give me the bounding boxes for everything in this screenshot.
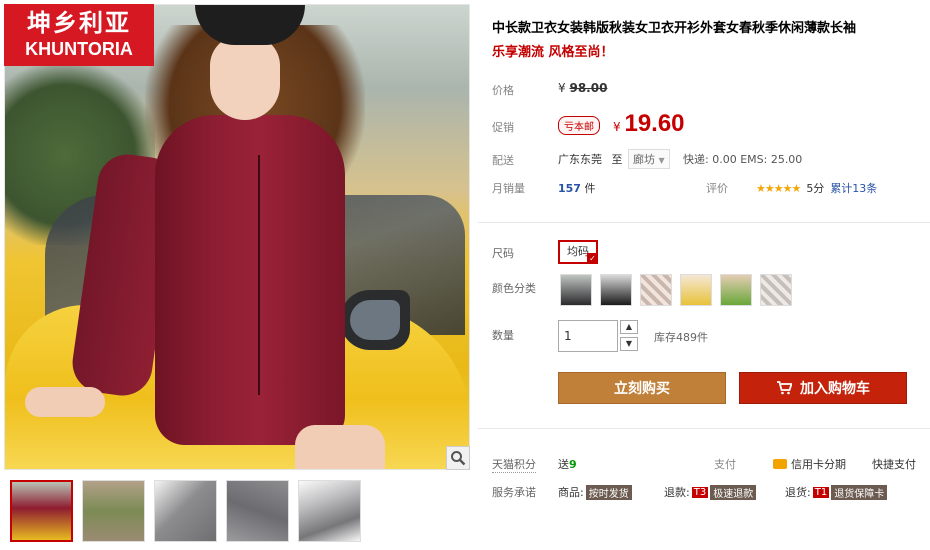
ship-to-city: 廊坊 [633, 153, 655, 166]
price-label: 价格 [492, 84, 514, 97]
promo-price-value: 19.60 [624, 110, 685, 137]
color-swatch-6[interactable] [760, 274, 792, 306]
add-to-cart-button[interactable]: 加入购物车 [739, 372, 907, 404]
color-options [560, 274, 792, 306]
shipping-fee: 快递: 0.00 EMS: 25.00 [683, 153, 803, 166]
divider [478, 222, 930, 223]
service-label: 服务承诺 [492, 486, 536, 499]
model-dress [155, 115, 345, 445]
service-refund-tag[interactable]: 极速退款 [710, 484, 757, 500]
original-price: ¥ 98.00 [558, 81, 607, 95]
model-face [210, 35, 280, 120]
ship-to-word: 至 [611, 153, 623, 166]
model-hand [25, 387, 105, 417]
monthly-sales-count: 157 [558, 182, 581, 195]
monthly-sales-unit: 件 [584, 182, 596, 195]
review-count-link[interactable]: 累计13条 [830, 180, 877, 196]
promo-label: 促销 [492, 121, 514, 134]
color-swatch-5[interactable] [720, 274, 752, 306]
thumbnail-4[interactable] [226, 480, 289, 542]
promo-price: ¥ 19.60 [613, 110, 685, 138]
service-goods: 商品: 按时发货 [558, 484, 632, 500]
service-goods-label: 商品: [558, 486, 584, 499]
points-value: 送9 [558, 456, 577, 472]
quantity-input[interactable] [558, 320, 618, 352]
dress-zipper [258, 155, 260, 395]
promo-tag: 亏本邮 [558, 116, 600, 135]
points-label[interactable]: 天猫积分 [492, 456, 536, 473]
brand-name-cn: 坤乡利亚 [27, 8, 131, 37]
thumbnail-3[interactable] [154, 480, 217, 542]
stock-count: 库存489件 [654, 331, 708, 344]
promo-currency: ¥ [613, 120, 621, 134]
service-return-tag[interactable]: 退货保障卡 [831, 484, 888, 500]
credit-installment-label: 信用卡分期 [791, 458, 846, 471]
car-mirror [340, 290, 410, 350]
brand-logo: 坤乡利亚 KHUNTORIA [4, 4, 154, 66]
rating-score: 5分 [806, 182, 825, 195]
rating-stars-icon: ★★★★★ [756, 181, 801, 195]
original-price-value: 98.00 [569, 81, 608, 95]
credit-installment[interactable]: 信用卡分期 [773, 456, 846, 472]
chevron-up-icon: ▲ [625, 322, 633, 331]
thumbnail-1[interactable] [10, 480, 73, 542]
thumbnail-2[interactable] [82, 480, 145, 542]
ship-to-select[interactable]: 廊坊 ▼ [628, 149, 670, 169]
divider [478, 428, 930, 429]
color-label: 颜色分类 [492, 282, 536, 295]
service-return-label: 退货: [785, 486, 811, 499]
zoom-button[interactable] [446, 446, 470, 470]
model-legs [295, 425, 385, 469]
color-swatch-2[interactable] [600, 274, 632, 306]
credit-card-icon [773, 459, 787, 469]
brand-name-en: KHUNTORIA [25, 39, 133, 59]
service-goods-tag[interactable]: 按时发货 [585, 484, 632, 500]
ship-from: 广东东莞 至 [558, 151, 623, 167]
add-to-cart-label: 加入购物车 [800, 381, 870, 397]
service-refund-label: 退款: [664, 486, 690, 499]
thumbnail-strip [10, 480, 361, 542]
size-option-selected[interactable]: 均码 [558, 240, 598, 264]
service-refund-code: T3 [691, 486, 709, 498]
chevron-down-icon: ▼ [625, 339, 633, 348]
service-return: 退货: T1 退货保障卡 [785, 484, 888, 500]
sales-label: 月销量 [492, 182, 525, 195]
quantity-label: 数量 [492, 329, 514, 342]
color-swatch-1[interactable] [560, 274, 592, 306]
buy-now-button[interactable]: 立刻购买 [558, 372, 726, 404]
quick-pay[interactable]: 快捷支付 [872, 456, 916, 472]
size-label: 尺码 [492, 247, 514, 260]
payment-label: 支付 [714, 458, 736, 471]
magnifier-icon [451, 451, 466, 466]
chevron-down-icon: ▼ [658, 156, 665, 165]
product-title: 中长款卫衣女装韩版秋装女卫衣开衫外套女春秋季休闲薄款长袖 [492, 21, 857, 36]
color-swatch-4[interactable] [680, 274, 712, 306]
rating-label: 评价 [706, 182, 728, 195]
price-info-panel: 价格 ¥ 98.00 促销 亏本邮 ¥ 19.60 配送 广东东莞 至 廊坊 ▼… [478, 68, 930, 224]
points-prefix: 送 [558, 458, 569, 471]
monthly-sales: 157 件 [558, 180, 595, 196]
service-refund: 退款: T3 极速退款 [664, 484, 757, 500]
main-product-image[interactable] [4, 4, 470, 470]
quantity-decrease-button[interactable]: ▼ [620, 337, 638, 351]
thumbnail-5[interactable] [298, 480, 361, 542]
rating-summary: 评价 ★★★★★ 5分 累计13条 [706, 180, 877, 196]
service-return-code: T1 [812, 486, 830, 498]
ship-from-city: 广东东莞 [558, 153, 602, 166]
quantity-increase-button[interactable]: ▲ [620, 320, 638, 334]
product-subtitle: 乐享潮流 风格至尚！ [492, 45, 614, 60]
shopping-cart-icon [777, 381, 792, 395]
currency-symbol: ¥ [558, 81, 566, 95]
points-amount: 9 [569, 458, 577, 471]
delivery-label: 配送 [492, 154, 514, 167]
color-swatch-3[interactable] [640, 274, 672, 306]
